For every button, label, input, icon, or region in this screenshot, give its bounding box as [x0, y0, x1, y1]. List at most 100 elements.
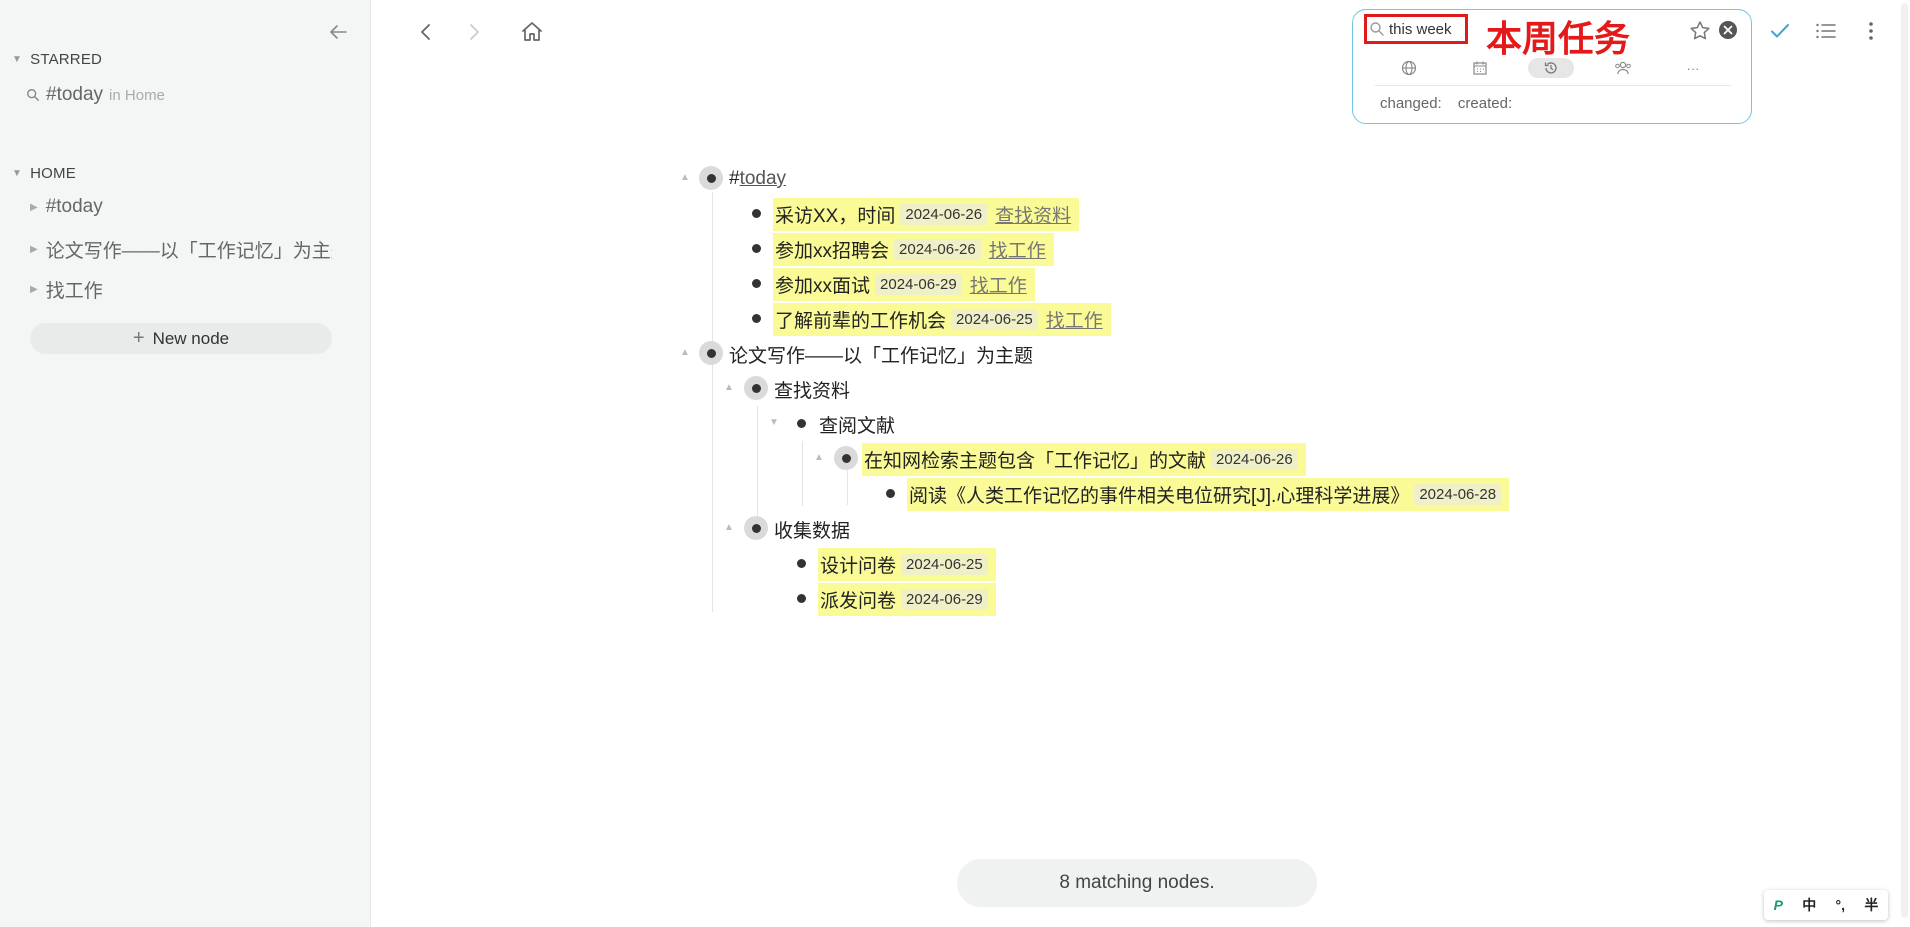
date-tag[interactable]: 2024-06-25 [901, 553, 988, 575]
search-panel: 本周任务 ··· changed: created: [1352, 9, 1752, 124]
node-collect-data[interactable]: 收集数据 [774, 514, 850, 544]
node-bullet[interactable] [699, 341, 723, 365]
star-icon[interactable] [1688, 19, 1712, 43]
starred-item-today[interactable]: #today in Home [26, 84, 165, 106]
date-tag[interactable]: 2024-06-29 [875, 273, 962, 295]
clear-icon[interactable] [1718, 20, 1738, 40]
search-input[interactable] [1385, 20, 1461, 38]
caret-up-icon[interactable]: ▲ [814, 452, 824, 463]
caret-right-icon[interactable]: ▶ [30, 244, 38, 255]
node-bullet[interactable] [797, 559, 806, 568]
node-search-materials[interactable]: 查找资料 [774, 374, 850, 404]
search-icon [27, 89, 39, 101]
sidebar: ▼ STARRED #today in Home ▼ HOME ▶ #today… [0, 0, 371, 927]
back-icon[interactable] [412, 18, 440, 46]
date-tag[interactable]: 2024-06-25 [951, 308, 1038, 330]
scrollbar-thumb[interactable] [1901, 3, 1908, 918]
home-section-header[interactable]: ▼ HOME [12, 165, 76, 182]
guide-line [712, 192, 713, 612]
node-today[interactable]: # today [729, 164, 786, 194]
node-text: 阅读《人类工作记忆的事件相关电位研究[J].心理科学进展》 [909, 485, 1410, 507]
arrow-left-icon[interactable] [326, 20, 350, 44]
caret-up-icon[interactable]: ▲ [680, 172, 690, 183]
sidebar-item-paper[interactable]: ▶ 论文写作——以「工作记忆」为主题 [30, 236, 332, 263]
search-field[interactable] [1364, 14, 1468, 44]
plus-icon: + [132, 327, 145, 349]
node-bullet[interactable] [699, 166, 723, 190]
starred-section-header[interactable]: ▼ STARRED [12, 51, 102, 68]
sidebar-item-today[interactable]: ▶ #today [30, 196, 340, 218]
created-label[interactable]: created: [1458, 95, 1512, 112]
more-vertical-icon[interactable] [1857, 17, 1885, 45]
caret-right-icon[interactable]: ▶ [30, 202, 38, 213]
node-bullet[interactable] [744, 376, 768, 400]
node-link[interactable]: 查找资料 [995, 201, 1071, 228]
more-icon[interactable]: ··· [1680, 58, 1706, 78]
node-bullet[interactable] [886, 489, 895, 498]
history-icon[interactable] [1528, 58, 1574, 78]
node-text: 采访XX，时间 [775, 205, 896, 227]
node-bullet[interactable] [752, 209, 761, 218]
list-icon[interactable] [1812, 17, 1840, 45]
search-icon [1370, 22, 1384, 36]
new-node-button[interactable]: + New node [30, 323, 332, 354]
home-title: HOME [30, 165, 76, 182]
node-bullet[interactable] [752, 244, 761, 253]
node-text: 查阅文献 [819, 415, 896, 437]
node-row[interactable]: 设计问卷 2024-06-25 [818, 547, 996, 581]
date-tag[interactable]: 2024-06-26 [900, 203, 988, 225]
caret-up-icon[interactable]: ▲ [724, 522, 734, 533]
date-tag[interactable]: 2024-06-29 [901, 588, 988, 610]
guide-line [802, 441, 803, 506]
node-text: 参加xx招聘会 [775, 240, 890, 262]
forward-icon[interactable] [460, 18, 488, 46]
people-icon[interactable] [1610, 58, 1636, 78]
node-link[interactable]: 找工作 [970, 271, 1027, 298]
ime-punct[interactable]: °, [1836, 897, 1846, 913]
calendar-icon[interactable] [1467, 58, 1493, 78]
node-bullet[interactable] [834, 446, 858, 470]
caret-down-icon[interactable]: ▼ [769, 417, 779, 428]
ime-logo: P [1773, 897, 1783, 913]
caret-up-icon[interactable]: ▲ [724, 382, 734, 393]
node-link[interactable]: 找工作 [1046, 306, 1103, 333]
ime-width[interactable]: 半 [1864, 895, 1878, 915]
node-paper[interactable]: 论文写作——以「工作记忆」为主题 [729, 339, 1033, 369]
check-icon[interactable] [1766, 17, 1794, 45]
match-count-status: 8 matching nodes. [957, 859, 1317, 907]
node-row[interactable]: 在知网检索主题包含「工作记忆」的文献 2024-06-26 [862, 442, 1306, 476]
node-row[interactable]: 阅读《人类工作记忆的事件相关电位研究[J].心理科学进展》 2024-06-28 [907, 477, 1510, 511]
node-text: 参加xx面试 [775, 275, 871, 297]
caret-up-icon[interactable]: ▲ [680, 347, 690, 358]
node-bullet[interactable] [797, 419, 806, 428]
node-row[interactable]: 采访XX，时间 2024-06-26 查找资料 [773, 197, 1080, 231]
divider [1375, 85, 1731, 86]
filter-row: ··· [1353, 58, 1751, 80]
globe-icon[interactable] [1396, 58, 1422, 78]
home-icon[interactable] [518, 18, 546, 46]
node-link[interactable]: 找工作 [989, 236, 1046, 263]
node-row[interactable]: 参加xx招聘会 2024-06-26 找工作 [773, 232, 1054, 266]
date-tag[interactable]: 2024-06-26 [894, 238, 981, 260]
node-row[interactable]: 了解前辈的工作机会 2024-06-25 找工作 [773, 302, 1111, 336]
node-read-literature[interactable]: 查阅文献 [819, 409, 895, 439]
node-bullet[interactable] [752, 279, 761, 288]
node-text: 论文写作——以「工作记忆」为主题 [729, 345, 1034, 367]
sidebar-item-label: #today [45, 196, 103, 217]
node-label[interactable]: today [740, 168, 786, 190]
caret-right-icon[interactable]: ▶ [30, 284, 38, 295]
ime-mode[interactable]: 中 [1802, 895, 1816, 915]
node-prefix: # [729, 168, 740, 189]
guide-line [757, 406, 758, 526]
node-row[interactable]: 派发问卷 2024-06-29 [818, 582, 996, 616]
node-bullet[interactable] [797, 594, 806, 603]
date-tag[interactable]: 2024-06-26 [1211, 448, 1298, 470]
changed-label[interactable]: changed: [1380, 95, 1442, 112]
scrollbar[interactable] [1898, 0, 1910, 927]
node-bullet[interactable] [744, 516, 768, 540]
date-tag[interactable]: 2024-06-28 [1414, 483, 1502, 505]
node-row[interactable]: 参加xx面试 2024-06-29 找工作 [773, 267, 1035, 301]
node-bullet[interactable] [752, 314, 761, 323]
ime-toolbar[interactable]: P 中 °, 半 [1764, 890, 1888, 920]
sidebar-item-job[interactable]: ▶ 找工作 [30, 276, 340, 303]
